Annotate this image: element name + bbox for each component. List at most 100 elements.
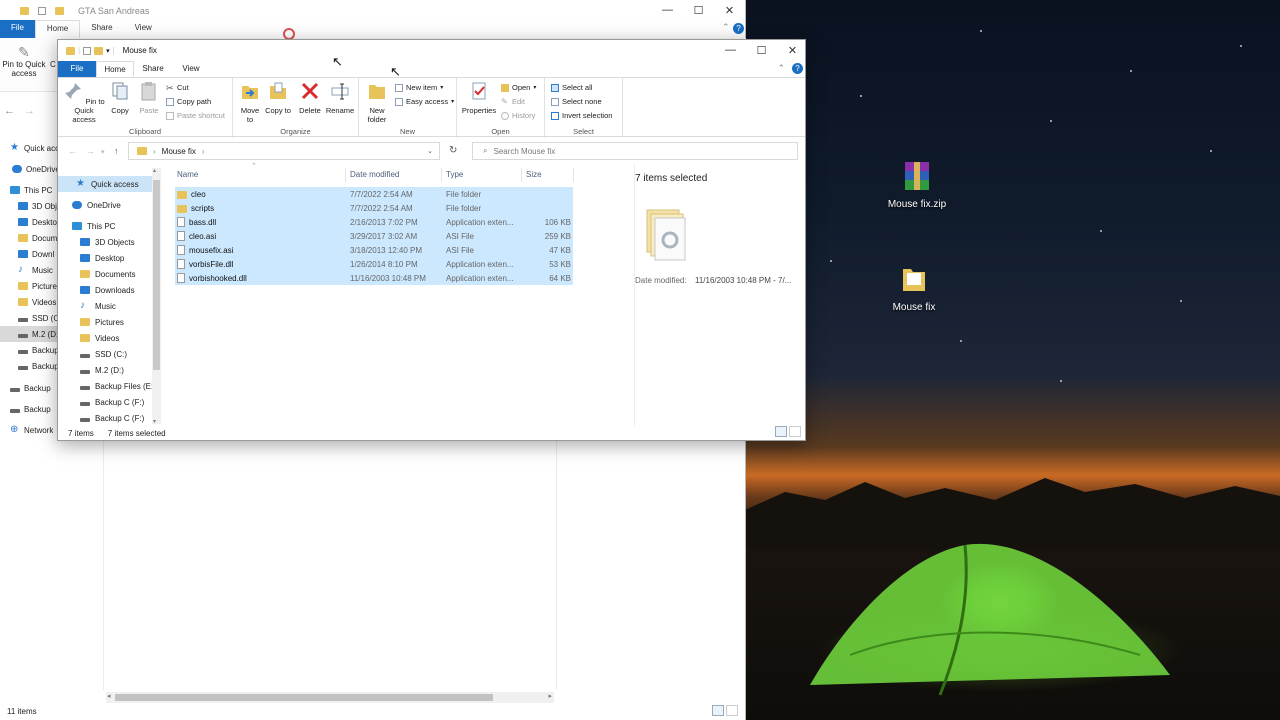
column-type[interactable]: Type xyxy=(446,170,463,179)
tab-share[interactable]: Share xyxy=(134,61,172,77)
tab-home[interactable]: Home xyxy=(96,61,134,77)
new-folder-button[interactable]: New folder xyxy=(363,81,391,124)
file-row[interactable]: vorbisFile.dll 1/26/2014 8:10 PM Applicati… xyxy=(175,257,573,271)
tab-home[interactable]: Home xyxy=(34,20,81,38)
nav-item[interactable]: Downloads xyxy=(58,282,161,298)
back-nav-item[interactable]: Docum xyxy=(18,230,57,246)
maximize-button[interactable]: ☐ xyxy=(746,40,777,60)
large-icons-view-button[interactable] xyxy=(789,426,801,437)
scroll-thumb[interactable] xyxy=(115,694,493,701)
paste-shortcut-button[interactable]: Paste shortcut xyxy=(166,111,225,120)
nav-item[interactable]: 3D Objects xyxy=(58,234,161,250)
nav-item[interactable]: SSD (C:) xyxy=(58,346,161,362)
maximize-button[interactable]: ☐ xyxy=(683,0,714,20)
tab-file[interactable]: File xyxy=(0,20,35,38)
back-nav-item[interactable]: This PC xyxy=(10,182,52,198)
back-arrow-icon[interactable]: ← xyxy=(68,146,77,156)
tab-view[interactable]: View xyxy=(124,20,163,38)
nav-vertical-scrollbar[interactable]: ▴ ▾ xyxy=(152,168,161,425)
file-row[interactable]: scripts 7/7/2022 2:54 AM File folder xyxy=(175,201,573,215)
details-view-button[interactable] xyxy=(775,426,787,437)
help-icon[interactable]: ? xyxy=(792,63,803,74)
column-size[interactable]: Size xyxy=(526,170,542,179)
new-item-button[interactable]: New item ▾ xyxy=(395,83,443,92)
properties-button[interactable]: Properties xyxy=(459,81,499,115)
dropdown-icon[interactable]: ▾ xyxy=(106,47,110,55)
back-nav-item[interactable]: Picture xyxy=(18,278,57,294)
back-nav-item[interactable]: OneDrive xyxy=(12,161,60,177)
large-icons-view-button[interactable] xyxy=(726,705,738,716)
select-none-button[interactable]: Select none xyxy=(551,97,602,106)
forward-arrow-icon[interactable]: → xyxy=(24,105,35,117)
tab-share[interactable]: Share xyxy=(80,20,123,38)
forward-arrow-icon[interactable]: → xyxy=(86,146,95,156)
scroll-thumb[interactable] xyxy=(153,180,160,370)
search-box[interactable]: ⌕ Search Mouse fix xyxy=(472,142,798,160)
close-button[interactable]: ✕ xyxy=(777,40,808,60)
address-dropdown-icon[interactable]: ⌄ xyxy=(427,147,433,155)
up-arrow-icon[interactable]: ↑ xyxy=(114,146,119,156)
file-row[interactable]: mousefix.asi 3/18/2013 12:40 PM ASI File 47… xyxy=(175,243,573,257)
open-button[interactable]: Open ▾ xyxy=(501,83,536,92)
desktop-icon-mouse-fix-zip[interactable]: Mouse fix.zip xyxy=(872,160,962,210)
minimize-button[interactable]: — xyxy=(652,0,683,20)
address-bar[interactable]: › Mouse fix › ⌄ xyxy=(128,142,440,160)
new-folder-icon[interactable] xyxy=(94,46,104,55)
cut-button[interactable]: ✂ Cut xyxy=(166,83,189,92)
back-nav-item[interactable]: ★ Quick acc xyxy=(10,140,59,156)
desktop-icon-mouse-fix[interactable]: Mouse fix xyxy=(869,263,959,313)
search-input[interactable]: Search Mouse fix xyxy=(493,147,555,156)
easy-access-button[interactable]: Easy access ▾ xyxy=(395,97,454,106)
back-nav-item[interactable]: Backup xyxy=(10,401,51,417)
pin-quick-access-button[interactable]: ✎ Pin to Quick access xyxy=(2,44,46,78)
help-icon[interactable]: ? xyxy=(733,23,744,34)
back-arrow-icon[interactable]: ← xyxy=(4,105,15,117)
nav-item[interactable]: Backup C (F:) xyxy=(58,394,161,410)
nav-item[interactable]: Documents xyxy=(58,266,161,282)
column-name[interactable]: Name xyxy=(177,170,198,179)
title-bar[interactable]: | ▾ | Mouse fix xyxy=(58,40,805,61)
file-row[interactable]: cleo 7/7/2022 2:54 AM File folder xyxy=(175,187,573,201)
nav-item[interactable]: Backup C (F:) xyxy=(58,410,161,426)
explorer-window-mouse-fix[interactable]: | ▾ | Mouse fix — ☐ ✕ File Home Share Vi… xyxy=(57,39,806,441)
collapse-ribbon-icon[interactable]: ⌃ xyxy=(777,63,785,74)
nav-item[interactable]: Desktop xyxy=(58,250,161,266)
file-row[interactable]: cleo.asi 3/29/2017 3:02 AM ASI File 259 KB xyxy=(175,229,573,243)
move-to-button[interactable]: Move to xyxy=(237,81,263,124)
recent-dropdown-icon[interactable]: ▾ xyxy=(101,148,105,156)
back-nav-item[interactable]: ⊕ Network xyxy=(10,422,53,438)
back-nav-item[interactable]: Backup xyxy=(18,342,59,358)
file-row[interactable]: bass.dll 2/16/2013 7:02 PM Application ext… xyxy=(175,215,573,229)
paste-button[interactable]: Paste xyxy=(136,81,162,115)
nav-item[interactable]: M.2 (D:) xyxy=(58,362,161,378)
nav-item[interactable]: ★ Quick access xyxy=(58,176,161,192)
delete-button[interactable]: Delete xyxy=(297,81,323,115)
copy-to-button[interactable]: Copy to xyxy=(265,81,291,115)
invert-selection-button[interactable]: Invert selection xyxy=(551,111,612,120)
column-date-modified[interactable]: Date modified xyxy=(350,170,399,179)
close-button[interactable]: ✕ xyxy=(714,0,745,20)
properties-check-icon[interactable] xyxy=(83,46,92,55)
edit-button[interactable]: ✎ Edit xyxy=(501,97,525,106)
chevron-up-icon[interactable]: ⌃ xyxy=(722,22,730,33)
horizontal-scrollbar[interactable]: ◂ ▸ xyxy=(106,692,554,703)
back-nav-item[interactable]: 3D Obje xyxy=(18,198,61,214)
nav-item[interactable]: OneDrive xyxy=(58,197,161,213)
nav-item[interactable]: Backup Files (E:) xyxy=(58,378,161,394)
details-view-button[interactable] xyxy=(712,705,724,716)
nav-item[interactable]: ♪ Music xyxy=(58,298,161,314)
minimize-button[interactable]: — xyxy=(715,40,746,60)
nav-item[interactable]: Videos xyxy=(58,330,161,346)
pin-quick-access-button[interactable]: Pin to Quick access xyxy=(62,81,106,124)
back-nav-item[interactable]: SSD (C: xyxy=(18,310,61,326)
back-nav-item[interactable]: Deskto xyxy=(18,214,57,230)
back-nav-item[interactable]: Downl xyxy=(18,246,54,262)
copy-button[interactable]: Copy xyxy=(108,81,132,115)
back-nav-item[interactable]: Videos xyxy=(18,294,56,310)
back-nav-item[interactable]: Backup xyxy=(10,380,51,396)
back-nav-item[interactable]: M.2 (D: xyxy=(0,326,62,342)
copy-path-button[interactable]: Copy path xyxy=(166,97,211,106)
tab-file[interactable]: File xyxy=(58,61,96,77)
copy-button-partial[interactable]: C xyxy=(50,60,56,69)
back-nav-item[interactable]: Backup xyxy=(18,358,59,374)
